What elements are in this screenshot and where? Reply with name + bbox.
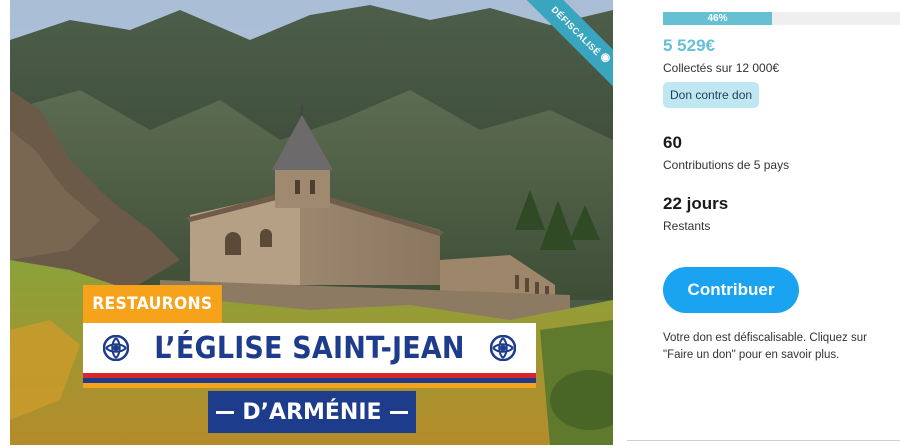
contributions-label: Contributions de 5 pays (663, 158, 790, 172)
title-banner: L’ÉGLISE SAINT-JEAN (83, 323, 536, 373)
contributions-count: 60 (663, 133, 682, 152)
progress-fill: 46% (663, 12, 773, 25)
campaign-sidebar: 46% 5 529€ Collectés sur 12 000€ Don con… (663, 0, 900, 448)
armenian-eternity-sign-icon (489, 335, 516, 361)
subtitle-banner: D’ARMÉNIE (208, 391, 416, 433)
tax-deduction-note: Votre don est défiscalisable. Cliquez su… (663, 332, 867, 361)
funding-progress-bar: 46% (663, 12, 900, 25)
armenian-eternity-sign-icon (103, 335, 130, 361)
campaign-subtitle: D’ARMÉNIE (242, 399, 382, 425)
amount-raised: 5 529€ (663, 36, 715, 55)
divider (627, 440, 900, 441)
days-left-label: Restants (663, 219, 711, 233)
dash-decoration (216, 410, 235, 414)
reward-badge[interactable]: Don contre don (663, 82, 760, 108)
dash-decoration (389, 410, 408, 414)
days-left: 22 jours (663, 194, 729, 213)
campaign-title: L’ÉGLISE SAINT-JEAN (154, 330, 465, 366)
restaurons-tag: RESTAURONS (83, 285, 222, 323)
collected-label: Collectés sur 12 000€ (663, 61, 780, 75)
contribute-button[interactable]: Contribuer (663, 267, 799, 313)
flag-stripe-orange (83, 383, 536, 388)
hero-image[interactable]: DÉFISCALISÉ ◉ RESTAURONS L’ÉGLISE SAINT-… (10, 0, 613, 445)
